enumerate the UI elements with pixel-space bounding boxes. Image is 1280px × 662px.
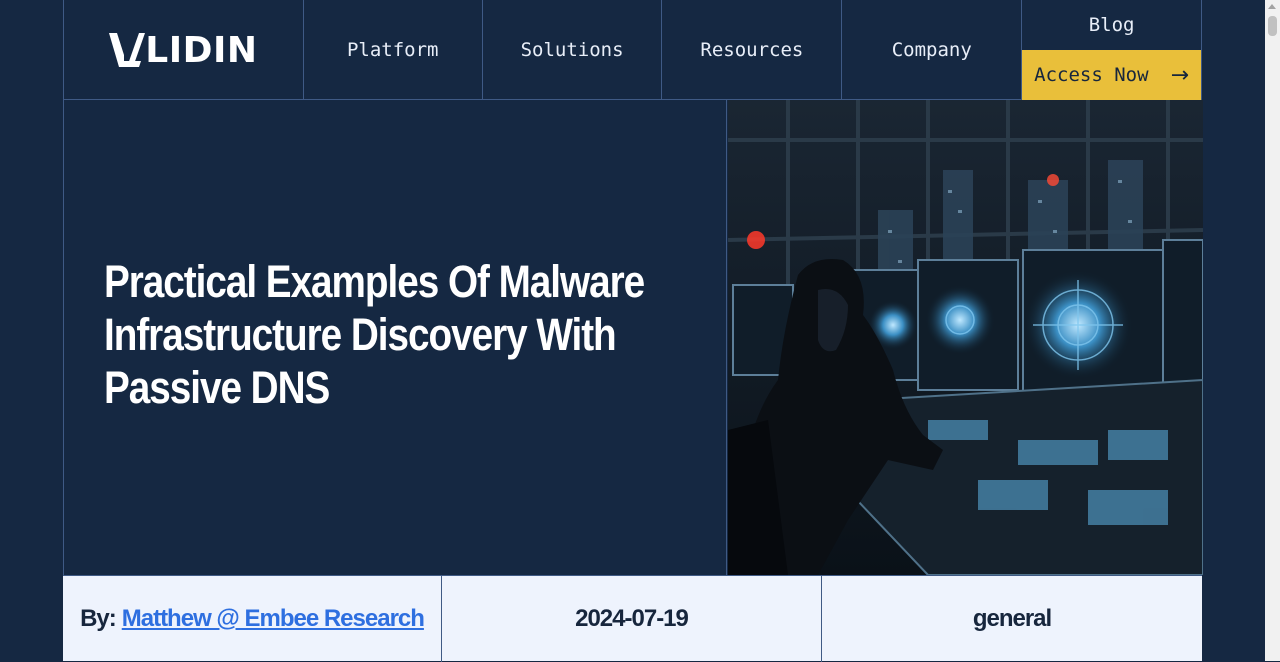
- hero-text-panel: Practical Examples Of Malware Infrastruc…: [64, 100, 727, 575]
- author-link[interactable]: Matthew @ Embee Research: [122, 605, 425, 633]
- logo-text: LIDIN: [145, 29, 258, 71]
- hero-image: [728, 100, 1203, 575]
- nav-blog[interactable]: Blog: [1022, 0, 1201, 50]
- hacker-illustration: [728, 100, 1203, 575]
- post-meta: By: Matthew @ Embee Research 2024-07-19 …: [63, 575, 1202, 662]
- page-frame: LIDIN Platform Solutions Resources Compa…: [63, 0, 1203, 662]
- page-scrollbar[interactable]: [1265, 0, 1280, 661]
- date-cell: 2024-07-19: [442, 576, 822, 662]
- author-cell: By: Matthew @ Embee Research: [63, 576, 442, 662]
- scroll-up-arrow-icon[interactable]: [1268, 4, 1276, 9]
- nav-platform[interactable]: Platform: [304, 0, 483, 100]
- nav-solutions[interactable]: Solutions: [483, 0, 663, 100]
- arrow-right-icon: →: [1170, 62, 1189, 88]
- logo-mark-icon: [109, 33, 146, 67]
- site-header: LIDIN Platform Solutions Resources Compa…: [63, 0, 1202, 100]
- post-category: general: [972, 605, 1052, 632]
- nav-resources[interactable]: Resources: [662, 0, 843, 100]
- scroll-thumb[interactable]: [1268, 16, 1277, 36]
- access-now-button[interactable]: Access Now →: [1022, 50, 1201, 100]
- access-now-label: Access Now: [1034, 64, 1149, 86]
- page-title: Practical Examples Of Malware Infrastruc…: [104, 256, 645, 413]
- post-date: 2024-07-19: [575, 605, 689, 632]
- header-right: Blog Access Now →: [1022, 0, 1201, 100]
- category-cell: general: [822, 576, 1202, 662]
- validin-logo: LIDIN: [109, 30, 257, 71]
- hero-section: Practical Examples Of Malware Infrastruc…: [63, 100, 1203, 575]
- by-label: By:: [80, 605, 117, 632]
- nav-company[interactable]: Company: [842, 0, 1023, 100]
- logo-link[interactable]: LIDIN: [64, 0, 304, 100]
